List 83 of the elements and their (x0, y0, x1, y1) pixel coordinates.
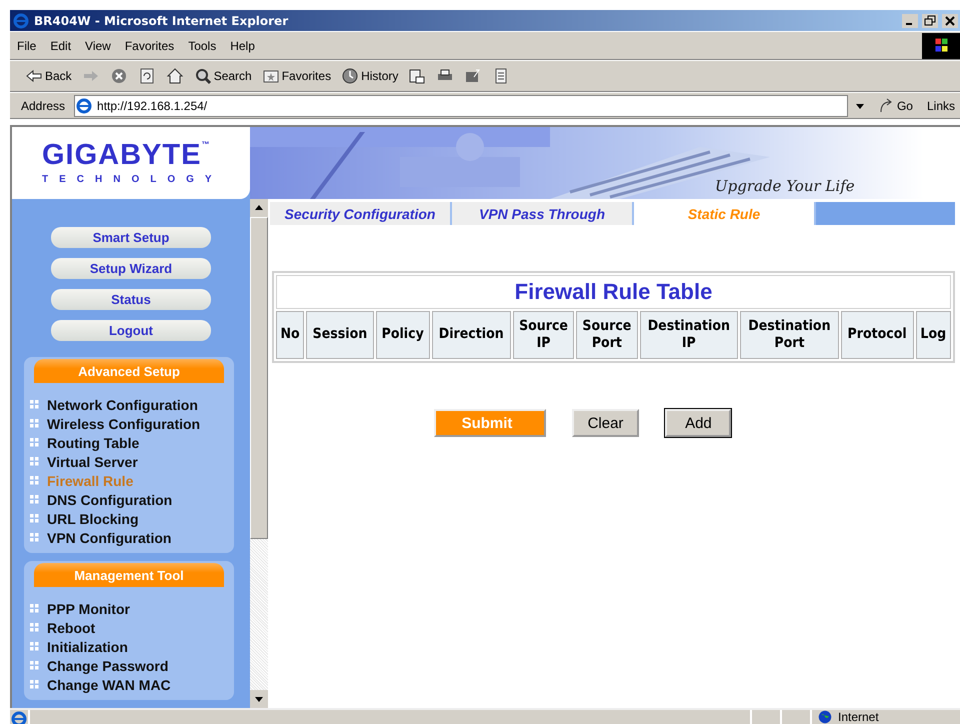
sidebar-link[interactable]: Reboot (47, 620, 96, 636)
column-header: Protocol (840, 311, 914, 359)
logo: GIGABYTE™ TECHNOLOGY (12, 127, 250, 199)
toolbar-button[interactable]: Favorites (256, 67, 336, 85)
sidebar-link[interactable]: PPP Monitor (47, 600, 130, 616)
scroll-down-button[interactable] (250, 690, 268, 708)
tagline: Upgrade Your Life (715, 177, 855, 195)
menu-item[interactable]: Tools (181, 38, 224, 52)
bullet-icon (30, 438, 39, 447)
scroll-thumb[interactable] (250, 217, 268, 539)
menu-item[interactable]: Favorites (118, 38, 182, 52)
tab[interactable]: Security Configuration (270, 202, 452, 225)
clear-button[interactable]: Clear (572, 409, 640, 437)
page-icon (10, 710, 28, 724)
tab[interactable]: VPN Pass Through (452, 202, 634, 225)
add-button[interactable]: Add (665, 409, 732, 437)
bullet-icon (30, 495, 39, 504)
bullet-icon (30, 661, 39, 670)
scrollbar[interactable] (250, 199, 268, 708)
minimize-icon[interactable] (902, 14, 918, 28)
windows-logo-icon (922, 32, 960, 58)
column-header: Source Port (576, 311, 638, 359)
bullet-icon (30, 623, 39, 632)
toolbar-button[interactable]: Search (188, 67, 257, 85)
sidebar-link[interactable]: VPN Configuration (47, 530, 172, 546)
menu-item[interactable]: Help (223, 38, 262, 52)
refresh-icon[interactable] (138, 67, 156, 85)
sidebar-link[interactable]: Routing Table (47, 434, 140, 450)
toolbar-button[interactable]: Back (20, 67, 77, 85)
table-title: Firewall Rule Table (276, 275, 951, 309)
links-button[interactable]: Links (922, 98, 960, 112)
browser-icon (12, 12, 30, 30)
section-header: Advanced Setup (34, 359, 224, 383)
scroll-up-button[interactable] (250, 199, 268, 217)
bullet-icon (30, 457, 39, 466)
section-header: Management Tool (34, 563, 224, 587)
bullet-icon (30, 604, 39, 613)
bullet-icon (30, 680, 39, 689)
sidebar-link[interactable]: Virtual Server (47, 454, 138, 470)
nav-button[interactable]: Setup Wizard (51, 258, 211, 279)
go-button[interactable]: Go (872, 96, 918, 114)
bullet-icon (30, 533, 39, 542)
column-header: Destination Port (740, 311, 839, 359)
nav-button[interactable]: Status (51, 289, 211, 310)
sidebar-link[interactable]: Change Password (47, 658, 168, 674)
menu-item[interactable]: View (78, 38, 118, 52)
nav-button[interactable]: Logout (51, 320, 211, 341)
bullet-icon (30, 642, 39, 651)
sidebar-link[interactable]: Initialization (47, 638, 128, 654)
bullet-icon (30, 476, 39, 485)
bullet-icon (30, 400, 39, 409)
column-header: Direction (432, 311, 511, 359)
sidebar-link[interactable]: Wireless Configuration (47, 416, 200, 432)
menu-item[interactable]: Edit (43, 38, 78, 52)
bullet-icon (30, 419, 39, 428)
mail-icon[interactable] (408, 67, 426, 85)
nav-button[interactable]: Smart Setup (51, 227, 211, 248)
search-icon (194, 67, 212, 85)
column-header: Destination IP (640, 311, 738, 359)
window-title: BR404W - Microsoft Internet Explorer (34, 14, 290, 28)
column-header: Policy (376, 311, 430, 359)
column-header: Source IP (512, 311, 574, 359)
back-arrow-icon (25, 67, 43, 85)
column-header: Session (306, 311, 374, 359)
stop-icon[interactable] (110, 67, 128, 85)
home-icon[interactable] (166, 67, 184, 85)
toolbar-button[interactable]: History (336, 67, 404, 85)
address-field[interactable]: http://192.168.1.254/ (74, 94, 848, 116)
column-header: Log (916, 311, 951, 359)
clock-icon (341, 67, 360, 85)
close-icon[interactable] (942, 14, 958, 28)
restore-icon[interactable] (922, 14, 938, 28)
zone-indicator: Internet (810, 710, 960, 724)
sidebar-link[interactable]: Network Configuration (47, 396, 198, 412)
bullet-icon (30, 514, 39, 523)
sidebar-link[interactable]: DNS Configuration (47, 492, 172, 508)
address-label: Address (20, 98, 66, 112)
globe-icon (818, 710, 832, 724)
sidebar-link[interactable]: Change WAN MAC (47, 676, 171, 692)
menu-item[interactable]: File (10, 38, 44, 52)
page-icon (75, 96, 94, 114)
sidebar-link[interactable]: URL Blocking (47, 510, 139, 526)
column-header: No (276, 311, 304, 359)
